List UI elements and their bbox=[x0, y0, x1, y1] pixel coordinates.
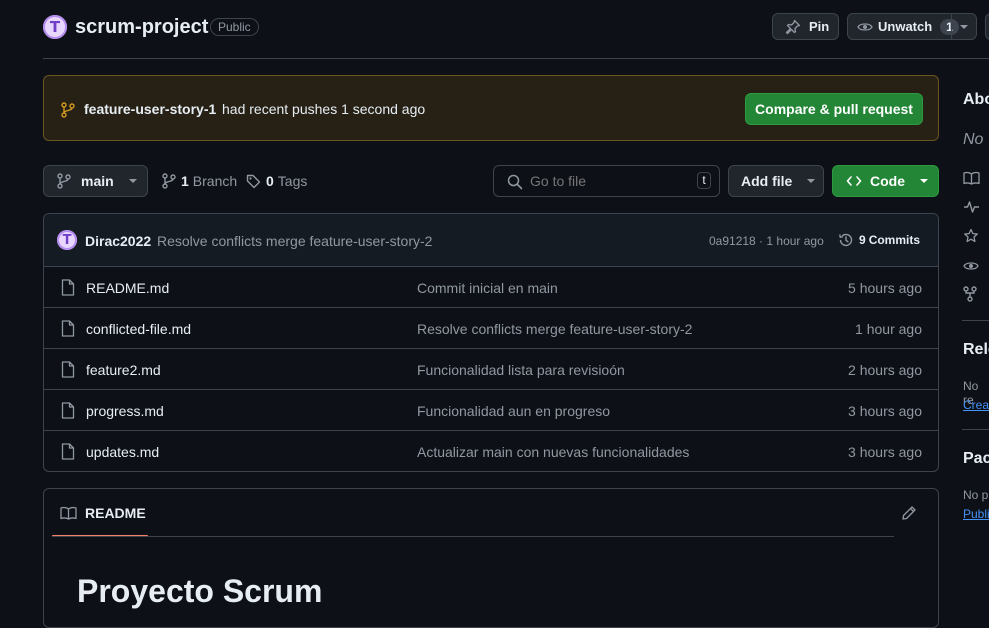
commit-hash-time[interactable]: 0a91218 · 1 hour ago bbox=[709, 234, 824, 248]
git-branch-icon bbox=[61, 102, 75, 118]
file-icon bbox=[61, 443, 75, 460]
commit-author-avatar[interactable]: T bbox=[57, 230, 77, 250]
visibility-badge: Public bbox=[210, 18, 259, 36]
history-icon bbox=[838, 232, 854, 248]
book-icon[interactable] bbox=[963, 171, 980, 185]
file-row[interactable]: updates.md Actualizar main con nuevas fu… bbox=[44, 430, 938, 472]
file-name[interactable]: README.md bbox=[86, 280, 169, 296]
header-divider bbox=[43, 58, 989, 59]
star-icon[interactable] bbox=[963, 228, 979, 244]
file-row[interactable]: conflicted-file.md Resolve conflicts mer… bbox=[44, 307, 938, 349]
watch-dropdown-divider bbox=[951, 14, 952, 39]
packages-heading[interactable]: Pac bbox=[963, 450, 989, 468]
pencil-icon[interactable] bbox=[901, 505, 917, 521]
code-icon bbox=[846, 174, 862, 188]
repo-name[interactable]: scrum-project bbox=[75, 16, 208, 39]
file-name[interactable]: progress.md bbox=[86, 403, 164, 419]
file-row[interactable]: progress.md Funcionalidad aun en progres… bbox=[44, 389, 938, 431]
sidebar-divider bbox=[962, 320, 989, 321]
readme-tab[interactable]: README bbox=[60, 505, 146, 521]
pulse-icon[interactable] bbox=[963, 200, 980, 214]
commit-author[interactable]: Dirac2022 bbox=[85, 233, 151, 249]
file-commit-message[interactable]: Funcionalidad lista para revisioón bbox=[417, 362, 625, 378]
fork-button-partial[interactable] bbox=[985, 13, 989, 40]
file-commit-message[interactable]: Resolve conflicts merge feature-user-sto… bbox=[417, 321, 692, 337]
file-name[interactable]: feature2.md bbox=[86, 362, 161, 378]
file-commit-time: 5 hours ago bbox=[848, 280, 922, 296]
readme-panel: README Proyecto Scrum bbox=[43, 488, 939, 628]
tags-link[interactable]: 0 Tags bbox=[246, 173, 307, 189]
compare-pull-request-button[interactable]: Compare & pull request bbox=[745, 93, 923, 125]
file-commit-message[interactable]: Funcionalidad aun en progreso bbox=[417, 403, 610, 419]
watch-count-badge: 1 bbox=[940, 18, 959, 35]
chevron-down-icon bbox=[806, 177, 816, 185]
go-to-file-input[interactable] bbox=[530, 171, 680, 191]
readme-heading: Proyecto Scrum bbox=[77, 573, 323, 609]
recent-push-banner: feature-user-story-1 had recent pushes 1… bbox=[43, 75, 939, 141]
sidebar-divider bbox=[962, 429, 989, 430]
file-commit-message[interactable]: Commit inicial en main bbox=[417, 280, 558, 296]
file-commit-time: 1 hour ago bbox=[855, 321, 922, 337]
file-name[interactable]: updates.md bbox=[86, 444, 159, 460]
file-row[interactable]: feature2.md Funcionalidad lista para rev… bbox=[44, 348, 938, 390]
latest-commit-bar: T Dirac2022 Resolve conflicts merge feat… bbox=[44, 214, 938, 267]
keyboard-shortcut-hint: t bbox=[697, 172, 711, 189]
file-icon bbox=[61, 279, 75, 296]
commits-link[interactable]: 9 Commits bbox=[838, 232, 920, 248]
eye-icon[interactable] bbox=[963, 258, 979, 274]
pin-icon bbox=[785, 19, 801, 35]
packages-text: No p bbox=[963, 488, 989, 502]
file-icon bbox=[61, 361, 75, 378]
file-name[interactable]: conflicted-file.md bbox=[86, 321, 191, 337]
search-icon bbox=[507, 174, 523, 190]
add-file-button[interactable]: Add file bbox=[728, 165, 824, 197]
branch-selector[interactable]: main bbox=[43, 165, 148, 197]
file-icon bbox=[61, 320, 75, 337]
chevron-down-icon bbox=[919, 177, 929, 185]
go-to-file-search[interactable]: t bbox=[493, 165, 720, 197]
git-branch-icon bbox=[57, 173, 71, 189]
readme-header-divider bbox=[52, 536, 894, 537]
chevron-down-icon bbox=[128, 177, 138, 185]
file-row[interactable]: README.md Commit inicial en main 5 hours… bbox=[44, 266, 938, 308]
create-release-link[interactable]: Creat bbox=[963, 398, 989, 412]
publish-package-link[interactable]: Publi bbox=[963, 507, 989, 521]
file-commit-time: 2 hours ago bbox=[848, 362, 922, 378]
file-commit-message[interactable]: Actualizar main con nuevas funcionalidad… bbox=[417, 444, 689, 460]
banner-message: had recent pushes 1 second ago bbox=[222, 101, 426, 117]
unwatch-button[interactable]: Unwatch 1 bbox=[847, 13, 977, 40]
eye-icon bbox=[857, 19, 873, 35]
chevron-down-icon[interactable] bbox=[959, 23, 969, 31]
about-description: No bbox=[963, 131, 984, 148]
tag-icon bbox=[246, 174, 261, 189]
file-icon bbox=[61, 402, 75, 419]
file-commit-time: 3 hours ago bbox=[848, 444, 922, 460]
releases-heading[interactable]: Rele bbox=[963, 341, 989, 359]
git-branch-icon bbox=[162, 173, 176, 189]
file-commit-time: 3 hours ago bbox=[848, 403, 922, 419]
pin-button[interactable]: Pin bbox=[772, 13, 839, 40]
banner-branch-name[interactable]: feature-user-story-1 bbox=[84, 101, 216, 117]
code-button[interactable]: Code bbox=[832, 165, 939, 197]
repo-owner-avatar[interactable]: T bbox=[43, 15, 67, 39]
book-icon bbox=[60, 506, 77, 520]
commit-message[interactable]: Resolve conflicts merge feature-user-sto… bbox=[157, 233, 432, 249]
branches-link[interactable]: 1 Branch bbox=[162, 173, 237, 189]
about-heading: Abo bbox=[963, 91, 989, 108]
fork-icon[interactable] bbox=[963, 286, 977, 302]
